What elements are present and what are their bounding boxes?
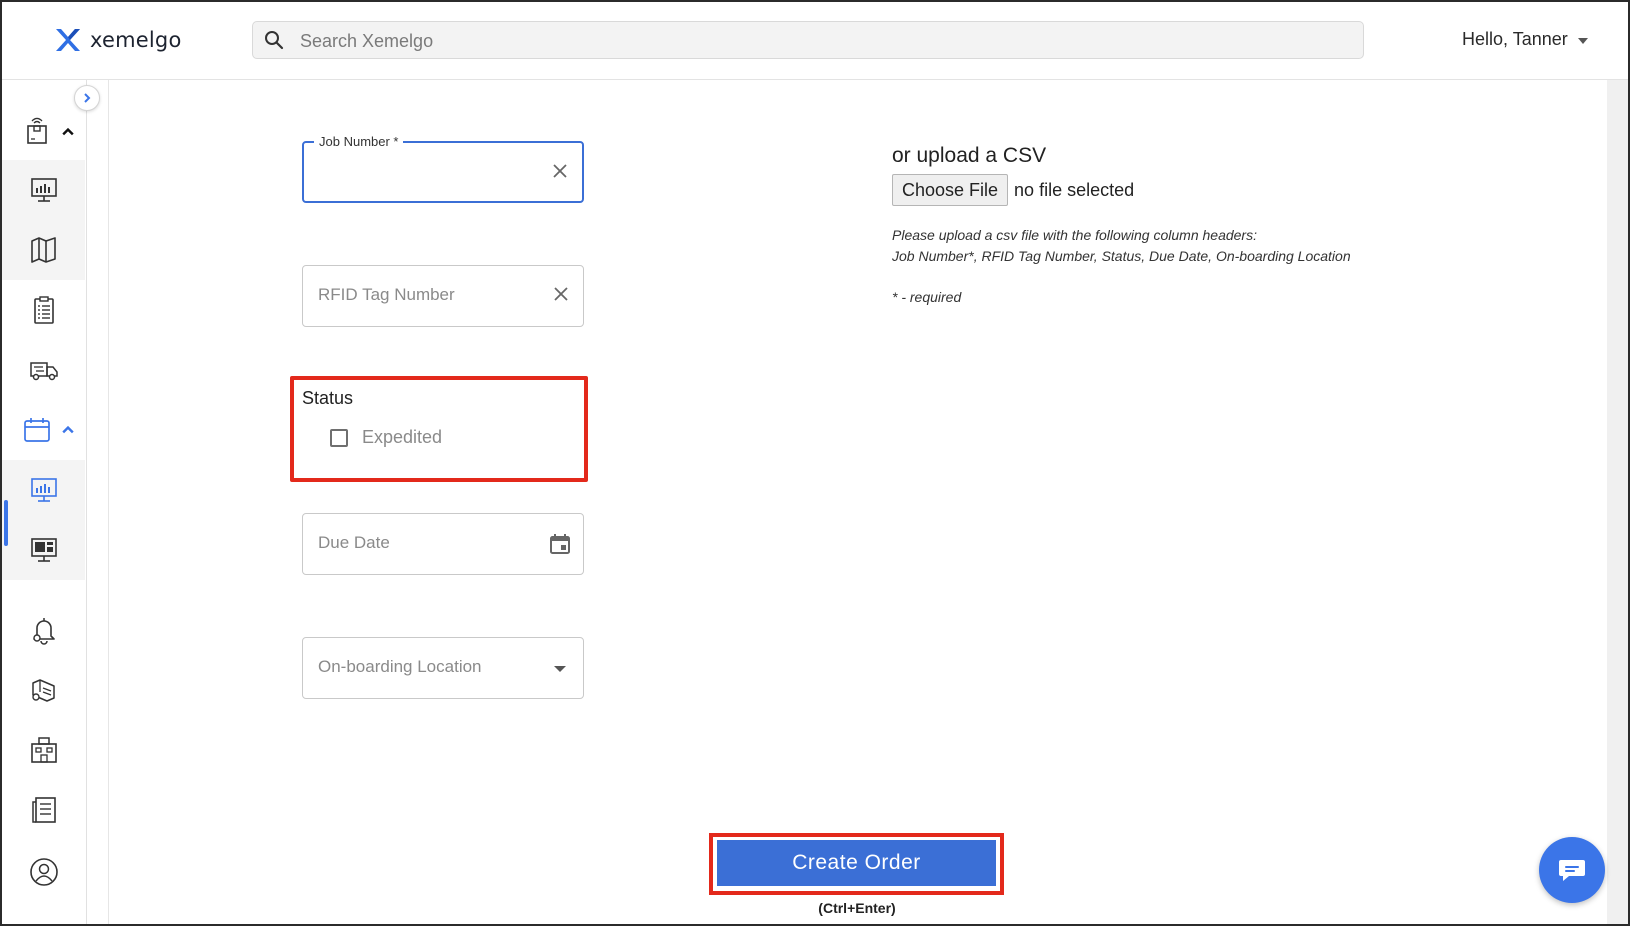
scroll-gutter [1607, 80, 1628, 924]
keyboard-shortcut-hint: (Ctrl+Enter) [818, 900, 896, 916]
map-icon [30, 237, 56, 263]
due-date-field[interactable]: Due Date [302, 513, 584, 575]
xemelgo-logo-icon [56, 29, 80, 51]
expedited-option[interactable]: Expedited [330, 427, 442, 448]
logo[interactable]: xemelgo [54, 26, 182, 54]
app-name: xemelgo [90, 28, 182, 52]
sidebar [2, 80, 87, 924]
sidebar-item-orders[interactable] [2, 400, 85, 460]
choose-file-button[interactable]: Choose File [892, 174, 1009, 206]
monitor-dashboard-icon [30, 538, 57, 562]
user-greeting: Hello, Tanner [1462, 29, 1568, 49]
monitor-chart-icon [30, 478, 57, 502]
sidebar-item-map[interactable] [2, 220, 85, 280]
tags-settings-icon [31, 679, 55, 702]
search-bar[interactable] [252, 21, 1364, 60]
csv-instructions-line2: Job Number*, RFID Tag Number, Status, Du… [892, 248, 1351, 264]
sidebar-item-shipping[interactable] [2, 340, 85, 400]
due-date-placeholder: Due Date [318, 533, 390, 552]
sidebar-item-reports[interactable] [2, 780, 85, 840]
sidebar-item-alerts[interactable] [2, 600, 85, 660]
user-menu[interactable]: Hello, Tanner [1462, 29, 1588, 50]
sidebar-expand-button[interactable] [74, 85, 100, 111]
search-input[interactable] [298, 22, 1352, 60]
clear-icon[interactable] [551, 284, 571, 304]
sidebar-item-profile[interactable] [2, 842, 85, 902]
sidebar-item-checklist[interactable] [2, 280, 85, 340]
user-circle-icon [29, 858, 58, 886]
sidebar-item-locations[interactable] [2, 720, 85, 780]
top-bar: xemelgo Hello, Tanner [2, 2, 1628, 80]
monitor-chart-icon [30, 178, 57, 202]
package-rfid-icon [26, 117, 47, 144]
building-icon [30, 737, 57, 763]
csv-instructions-line1: Please upload a csv file with the follow… [892, 227, 1257, 243]
search-icon [265, 31, 284, 50]
sidebar-item-order-display[interactable] [2, 520, 85, 580]
chevron-up-icon [62, 425, 74, 434]
clear-icon[interactable] [550, 161, 570, 181]
expedited-label: Expedited [362, 427, 443, 447]
clipboard-list-icon [33, 296, 54, 324]
caret-down-icon [1577, 37, 1588, 44]
bell-settings-icon [32, 618, 55, 645]
rfid-tag-placeholder: RFID Tag Number [318, 285, 455, 304]
chat-button[interactable] [1539, 837, 1605, 903]
job-number-label: Job Number * [314, 134, 404, 149]
onboarding-location-select[interactable]: On-boarding Location [302, 637, 584, 699]
onboarding-location-placeholder: On-boarding Location [318, 657, 482, 676]
job-number-field[interactable]: Job Number * [302, 134, 584, 203]
chevron-up-icon [62, 127, 74, 136]
chevron-right-icon [84, 93, 91, 103]
app-window: xemelgo Hello, Tanner [0, 0, 1630, 926]
calendar-icon [23, 418, 50, 442]
sidebar-item-package[interactable] [2, 100, 85, 160]
required-note: * - required [892, 289, 962, 305]
rfid-tag-field[interactable]: RFID Tag Number [302, 265, 584, 327]
csv-upload-title: or upload a CSV [892, 144, 1047, 167]
expedited-checkbox[interactable] [330, 428, 348, 447]
status-label: Status [302, 388, 354, 408]
file-input[interactable]: Choose File no file selected [892, 174, 1134, 206]
sidebar-item-tag-settings[interactable] [2, 660, 85, 720]
sidebar-item-order-dashboard[interactable] [2, 460, 85, 520]
file-status: no file selected [1014, 179, 1135, 200]
chat-icon [1559, 860, 1585, 881]
main-content [108, 80, 1608, 924]
dropdown-arrow-icon [554, 666, 566, 672]
document-list-icon [31, 797, 56, 823]
calendar-icon[interactable] [548, 532, 572, 556]
delivery-truck-icon [29, 362, 58, 381]
sidebar-item-dashboard[interactable] [2, 160, 85, 220]
create-order-button[interactable]: Create Order [717, 840, 996, 886]
